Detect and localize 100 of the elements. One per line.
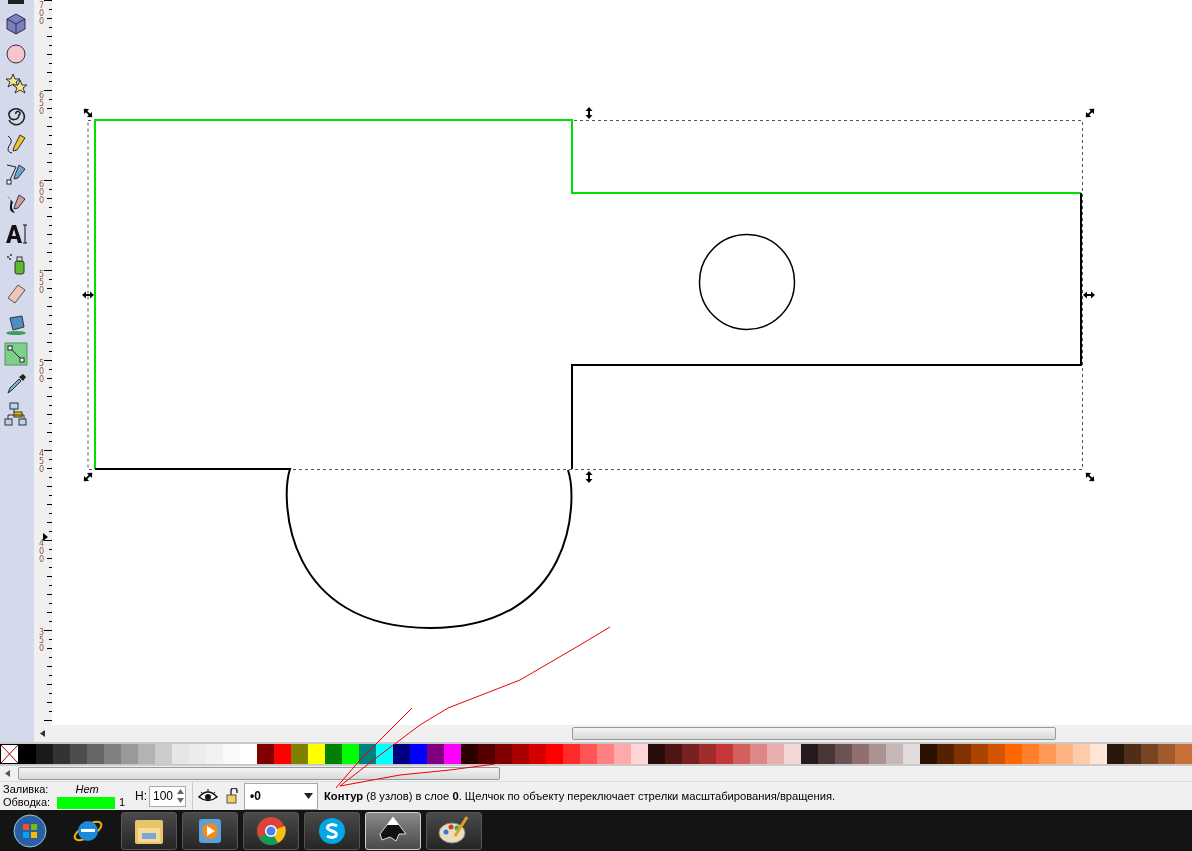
- scale-handle[interactable]: [1085, 472, 1095, 482]
- spin-arrows-icon[interactable]: [176, 787, 186, 805]
- scrollbar-thumb[interactable]: [572, 727, 1056, 740]
- color-swatch[interactable]: [869, 744, 886, 764]
- scale-handle[interactable]: [82, 291, 94, 299]
- color-swatch[interactable]: [121, 744, 138, 764]
- color-swatch[interactable]: [784, 744, 801, 764]
- scale-handle[interactable]: [585, 107, 593, 119]
- color-swatch[interactable]: [801, 744, 818, 764]
- color-swatch[interactable]: [325, 744, 342, 764]
- taskbar-button[interactable]: [304, 811, 360, 850]
- text-tool-icon[interactable]: [4, 222, 28, 246]
- color-swatch[interactable]: [767, 744, 784, 764]
- color-swatch[interactable]: [53, 744, 70, 764]
- color-swatch[interactable]: [614, 744, 631, 764]
- color-swatch[interactable]: [1141, 744, 1158, 764]
- color-swatch[interactable]: [308, 744, 325, 764]
- color-swatch[interactable]: [1158, 744, 1175, 764]
- eye-icon[interactable]: [198, 789, 219, 803]
- color-swatch[interactable]: [835, 744, 852, 764]
- color-swatch[interactable]: [1175, 744, 1192, 764]
- color-swatch[interactable]: [937, 744, 954, 764]
- no-paint-swatch[interactable]: [0, 744, 19, 764]
- color-swatch[interactable]: [1056, 744, 1073, 764]
- color-swatch[interactable]: [240, 744, 257, 764]
- unlocked-padlock-icon[interactable]: [226, 788, 239, 804]
- layer-dropdown[interactable]: •0: [244, 782, 319, 810]
- color-swatch[interactable]: [886, 744, 903, 764]
- color-swatch[interactable]: [291, 744, 308, 764]
- scale-handle[interactable]: [1083, 291, 1095, 299]
- color-swatch[interactable]: [529, 744, 546, 764]
- color-swatch[interactable]: [682, 744, 699, 764]
- color-swatch[interactable]: [1022, 744, 1039, 764]
- color-swatch[interactable]: [546, 744, 563, 764]
- color-swatch[interactable]: [444, 744, 461, 764]
- color-swatch[interactable]: [478, 744, 495, 764]
- color-swatch[interactable]: [393, 744, 410, 764]
- color-swatch[interactable]: [1073, 744, 1090, 764]
- color-swatch[interactable]: [155, 744, 172, 764]
- taskbar-button[interactable]: [121, 811, 177, 850]
- color-swatch[interactable]: [954, 744, 971, 764]
- circle-icon[interactable]: [4, 42, 28, 66]
- color-swatch[interactable]: [138, 744, 155, 764]
- color-swatch[interactable]: [461, 744, 478, 764]
- pencil-icon[interactable]: [4, 132, 28, 156]
- opacity-field[interactable]: 100: [149, 785, 187, 807]
- paint-bucket-icon[interactable]: [4, 312, 28, 336]
- color-swatch[interactable]: [665, 744, 682, 764]
- color-swatch[interactable]: [631, 744, 648, 764]
- color-swatch[interactable]: [189, 744, 206, 764]
- color-swatch[interactable]: [699, 744, 716, 764]
- color-swatch[interactable]: [1039, 744, 1056, 764]
- color-swatch[interactable]: [648, 744, 665, 764]
- color-swatch[interactable]: [495, 744, 512, 764]
- color-swatch[interactable]: [903, 744, 920, 764]
- color-swatch[interactable]: [257, 744, 274, 764]
- color-swatch[interactable]: [1090, 744, 1107, 764]
- color-swatch[interactable]: [597, 744, 614, 764]
- spray-can-icon[interactable]: [4, 252, 28, 276]
- scroll-left-icon[interactable]: [40, 730, 45, 737]
- color-swatch[interactable]: [733, 744, 750, 764]
- color-swatch[interactable]: [988, 744, 1005, 764]
- color-swatch[interactable]: [716, 744, 733, 764]
- color-swatch[interactable]: [223, 744, 240, 764]
- circle-shape[interactable]: [698, 233, 796, 331]
- color-swatch[interactable]: [512, 744, 529, 764]
- color-swatch[interactable]: [87, 744, 104, 764]
- cube-icon[interactable]: [4, 12, 28, 36]
- color-swatch[interactable]: [427, 744, 444, 764]
- color-swatch[interactable]: [206, 744, 223, 764]
- color-swatch[interactable]: [70, 744, 87, 764]
- color-swatch[interactable]: [563, 744, 580, 764]
- stroke-color-swatch[interactable]: [57, 796, 115, 809]
- color-swatch[interactable]: [410, 744, 427, 764]
- color-swatch[interactable]: [172, 744, 189, 764]
- color-swatch[interactable]: [104, 744, 121, 764]
- color-swatch[interactable]: [852, 744, 869, 764]
- scrollbar-thumb[interactable]: [18, 767, 500, 780]
- dropdown-arrow-icon[interactable]: [304, 793, 314, 799]
- color-swatch[interactable]: [750, 744, 767, 764]
- eyedropper-icon[interactable]: [4, 372, 28, 396]
- color-swatch[interactable]: [580, 744, 597, 764]
- pen-icon[interactable]: [4, 162, 28, 186]
- scale-handle[interactable]: [83, 108, 93, 118]
- color-swatch[interactable]: [920, 744, 937, 764]
- color-swatch[interactable]: [818, 744, 835, 764]
- color-swatch[interactable]: [36, 744, 53, 764]
- scroll-left-icon[interactable]: [5, 770, 10, 777]
- color-swatch[interactable]: [342, 744, 359, 764]
- color-swatch[interactable]: [1005, 744, 1022, 764]
- connector-icon[interactable]: [4, 402, 28, 426]
- star-icon[interactable]: [4, 72, 28, 96]
- taskbar-button[interactable]: [182, 811, 238, 850]
- taskbar-button[interactable]: [243, 811, 299, 850]
- color-swatch[interactable]: [971, 744, 988, 764]
- scale-handle[interactable]: [585, 471, 593, 483]
- taskbar-button[interactable]: [426, 811, 482, 850]
- scale-handle[interactable]: [83, 472, 93, 482]
- color-swatch[interactable]: [274, 744, 291, 764]
- color-swatch[interactable]: [1107, 744, 1124, 764]
